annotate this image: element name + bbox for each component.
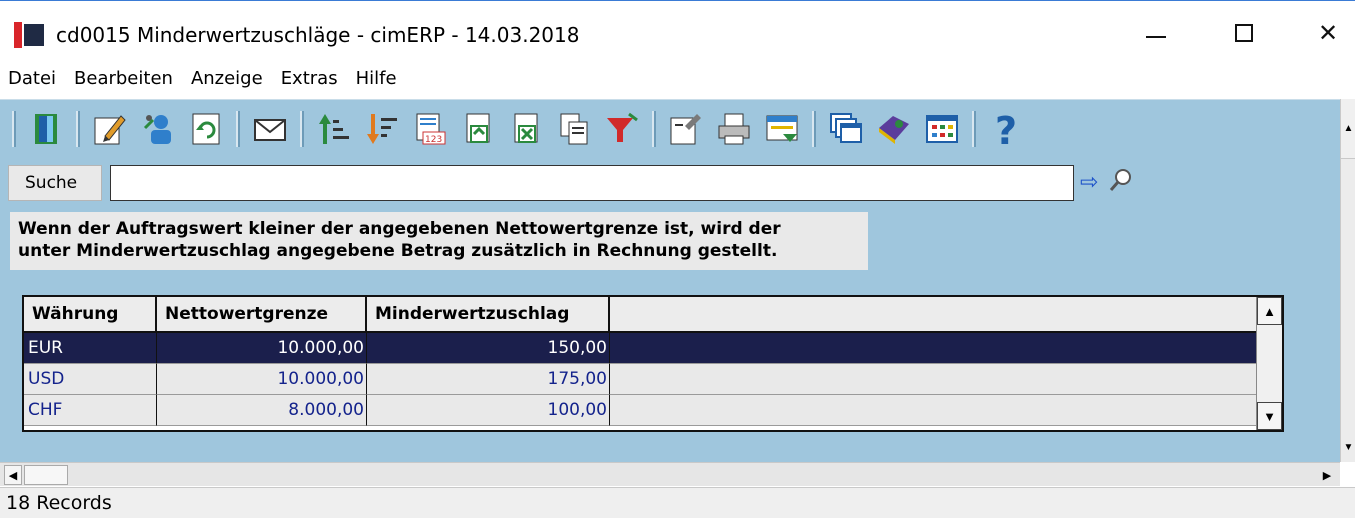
table-icon[interactable] — [920, 107, 964, 151]
maximize-button[interactable] — [1219, 11, 1269, 55]
refresh-icon[interactable] — [184, 107, 228, 151]
svg-text:123: 123 — [425, 135, 442, 145]
app-window: cd0015 Minderwertzuschläge - cimERP - 14… — [0, 0, 1355, 518]
sort-ascending-icon[interactable] — [312, 107, 356, 151]
cell-surcharge[interactable]: 100,00 — [367, 395, 610, 426]
search-row: Suche ⇨ — [8, 165, 1131, 201]
cell-currency[interactable]: EUR — [24, 333, 157, 364]
main-pane: Suche ⇨ Wenn der Auftragswert kleiner de… — [0, 157, 1340, 462]
toolbar-separator — [236, 110, 240, 147]
toolbar-separator — [300, 110, 304, 147]
grid-header: Währung Nettowertgrenze Minderwertzuschl… — [24, 297, 1260, 333]
cell-limit[interactable]: 8.000,00 — [157, 395, 367, 426]
filter-icon[interactable] — [600, 107, 644, 151]
table-row[interactable]: CHF 8.000,00 100,00 — [24, 395, 1256, 426]
export-icon[interactable] — [456, 107, 500, 151]
grid-scroll-down-icon[interactable]: ▼ — [1257, 402, 1282, 430]
edit-pencil-icon[interactable] — [88, 107, 132, 151]
data-grid: Währung Nettowertgrenze Minderwertzuschl… — [22, 295, 1284, 432]
arrow-right-icon[interactable]: ⇨ — [1080, 169, 1098, 195]
cimerp-logo-icon — [14, 22, 44, 48]
layout-icon[interactable] — [760, 107, 804, 151]
grid-vertical-scrollbar[interactable]: ▲ ▼ — [1256, 297, 1282, 430]
column-header-empty — [610, 297, 1260, 333]
toolbar-separator — [12, 110, 16, 147]
menu-bearbeiten[interactable]: Bearbeiten — [74, 68, 173, 89]
menu-hilfe[interactable]: Hilfe — [356, 68, 397, 89]
search-input[interactable] — [110, 165, 1074, 201]
info-text: Wenn der Auftragswert kleiner der angege… — [10, 212, 868, 270]
column-header-waehrung[interactable]: Währung — [24, 297, 157, 333]
cell-surcharge[interactable]: 150,00 — [367, 333, 610, 364]
help-question-icon[interactable]: ? — [984, 107, 1028, 151]
grid-scroll-up-icon[interactable]: ▲ — [1257, 297, 1282, 325]
exit-door-icon[interactable] — [24, 107, 68, 151]
close-icon: ✕ — [1317, 19, 1339, 47]
svg-text:?: ? — [995, 110, 1017, 148]
menu-bar: Datei Bearbeiten Anzeige Extras Hilfe — [0, 61, 1355, 95]
column-header-minderwertzuschlag[interactable]: Minderwertzuschlag — [367, 297, 610, 333]
toolbar-separator — [972, 110, 976, 147]
copy-document-icon[interactable] — [552, 107, 596, 151]
outer-vertical-scrollbar[interactable]: ▲ ▼ — [1340, 99, 1355, 462]
number-list-icon[interactable]: 123 — [408, 107, 452, 151]
minimize-button[interactable] — [1131, 11, 1181, 55]
cell-empty[interactable] — [610, 333, 1256, 364]
table-row[interactable]: USD 10.000,00 175,00 — [24, 364, 1256, 395]
scroll-thumb[interactable] — [24, 465, 68, 485]
cell-limit[interactable]: 10.000,00 — [157, 333, 367, 364]
cell-empty[interactable] — [610, 395, 1256, 426]
scroll-left-icon[interactable]: ◀ — [4, 465, 22, 485]
menu-anzeige[interactable]: Anzeige — [191, 68, 263, 89]
help-book-icon[interactable] — [872, 107, 916, 151]
toolbar-separator — [76, 110, 80, 147]
maximize-icon — [1235, 24, 1253, 42]
close-button[interactable]: ✕ — [1303, 11, 1353, 55]
window-title: cd0015 Minderwertzuschläge - cimERP - 14… — [56, 23, 580, 47]
column-header-nettowertgrenze[interactable]: Nettowertgrenze — [157, 297, 367, 333]
scroll-up-icon[interactable]: ▲ — [1341, 99, 1355, 159]
search-icon[interactable] — [1108, 167, 1134, 198]
menu-datei[interactable]: Datei — [8, 68, 56, 89]
horizontal-scrollbar[interactable]: ◀ ▶ — [0, 462, 1340, 486]
toolbar: 123 ? — [0, 99, 1340, 157]
cell-limit[interactable]: 10.000,00 — [157, 364, 367, 395]
cell-surcharge[interactable]: 175,00 — [367, 364, 610, 395]
scroll-down-icon[interactable]: ▼ — [1341, 432, 1355, 462]
minimize-icon — [1146, 36, 1166, 38]
excel-icon[interactable] — [504, 107, 548, 151]
mail-icon[interactable] — [248, 107, 292, 151]
search-label: Suche — [8, 165, 102, 201]
table-row[interactable]: EUR 10.000,00 150,00 — [24, 333, 1256, 364]
grid-rows: EUR 10.000,00 150,00 USD 10.000,00 175,0… — [24, 333, 1256, 426]
cell-empty[interactable] — [610, 364, 1256, 395]
scroll-right-icon[interactable]: ▶ — [1318, 465, 1336, 485]
toolbar-separator — [812, 110, 816, 147]
sort-descending-icon[interactable] — [360, 107, 404, 151]
copy-person-icon[interactable] — [136, 107, 180, 151]
menu-extras[interactable]: Extras — [281, 68, 338, 89]
record-count: 18 Records — [6, 492, 112, 514]
info-line-2: unter Minderwertzuschlag angegebene Betr… — [18, 241, 778, 261]
print-icon[interactable] — [712, 107, 756, 151]
cell-currency[interactable]: CHF — [24, 395, 157, 426]
status-bar: 18 Records — [0, 487, 1355, 518]
title-bar: cd0015 Minderwertzuschläge - cimERP - 14… — [0, 1, 1355, 57]
cell-currency[interactable]: USD — [24, 364, 157, 395]
windows-icon[interactable] — [824, 107, 868, 151]
info-line-1: Wenn der Auftragswert kleiner der angege… — [18, 219, 781, 239]
toolbar-separator — [652, 110, 656, 147]
properties-icon[interactable] — [664, 107, 708, 151]
